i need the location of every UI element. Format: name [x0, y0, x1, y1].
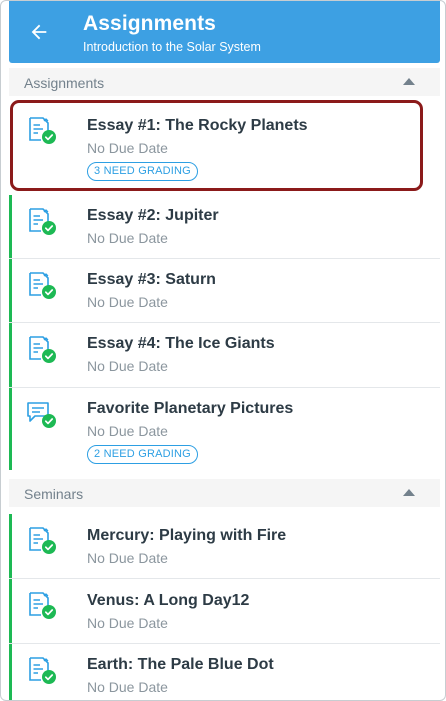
list-item-essay-1[interactable]: Essay #1: The Rocky Planets No Due Date … [9, 96, 440, 195]
item-title: Essay #2: Jupiter [87, 207, 219, 224]
assignments-screen: Assignments Introduction to the Solar Sy… [0, 0, 446, 701]
published-indicator [9, 259, 12, 323]
course-subtitle: Introduction to the Solar System [83, 40, 261, 54]
arrow-left-icon [31, 24, 47, 40]
item-title: Essay #4: The Ice Giants [87, 335, 275, 352]
item-title: Mercury: Playing with Fire [87, 527, 287, 544]
app-bar: Assignments Introduction to the Solar Sy… [9, 1, 440, 63]
item-due-date: No Due Date [87, 679, 168, 695]
published-indicator [9, 323, 12, 388]
assignment-icon [25, 269, 59, 303]
chevron-up-icon[interactable] [403, 78, 415, 85]
item-due-date: No Due Date [87, 550, 168, 566]
published-indicator [9, 195, 12, 259]
assignment-icon [25, 333, 59, 367]
assignment-icon [25, 205, 59, 239]
discussion-icon [25, 398, 59, 432]
group-title: Seminars [24, 486, 84, 502]
assignment-icon [25, 114, 59, 148]
list-item-earth[interactable]: Earth: The Pale Blue Dot No Due Date [9, 644, 440, 700]
published-indicator [9, 644, 12, 700]
group-header-seminars[interactable]: Seminars [9, 479, 440, 507]
published-indicator [9, 514, 12, 579]
item-due-date: No Due Date [87, 615, 168, 631]
item-due-date: No Due Date [87, 358, 168, 374]
assignment-icon [25, 524, 59, 558]
published-indicator [9, 579, 12, 644]
list-item-essay-3[interactable]: Essay #3: Saturn No Due Date [9, 259, 440, 323]
group-title: Assignments [24, 75, 105, 91]
item-title: Essay #3: Saturn [87, 271, 216, 288]
list-item-essay-2[interactable]: Essay #2: Jupiter No Due Date [9, 195, 440, 259]
chevron-up-icon[interactable] [403, 489, 415, 496]
back-button[interactable] [24, 17, 54, 47]
group-header-assignments[interactable]: Assignments [9, 68, 440, 96]
list-item-venus[interactable]: Venus: A Long Day12 No Due Date [9, 579, 440, 644]
list-item-mercury[interactable]: Mercury: Playing with Fire No Due Date [9, 514, 440, 579]
item-due-date: No Due Date [87, 294, 168, 310]
needs-grading-badge: 2 NEED GRADING [87, 445, 198, 464]
assignment-icon [25, 589, 59, 623]
needs-grading-badge: 3 NEED GRADING [87, 162, 198, 181]
page-title: Assignments [83, 12, 216, 35]
list-item-essay-4[interactable]: Essay #4: The Ice Giants No Due Date [9, 323, 440, 388]
item-title: Earth: The Pale Blue Dot [87, 656, 274, 673]
item-title: Essay #1: The Rocky Planets [87, 117, 308, 134]
item-due-date: No Due Date [87, 140, 168, 156]
item-title: Venus: A Long Day12 [87, 592, 250, 609]
assignment-icon [25, 654, 59, 688]
item-due-date: No Due Date [87, 230, 168, 246]
item-title: Favorite Planetary Pictures [87, 400, 294, 417]
list-item-favorite-pictures[interactable]: Favorite Planetary Pictures No Due Date … [9, 388, 440, 470]
published-indicator [9, 388, 12, 470]
item-due-date: No Due Date [87, 423, 168, 439]
